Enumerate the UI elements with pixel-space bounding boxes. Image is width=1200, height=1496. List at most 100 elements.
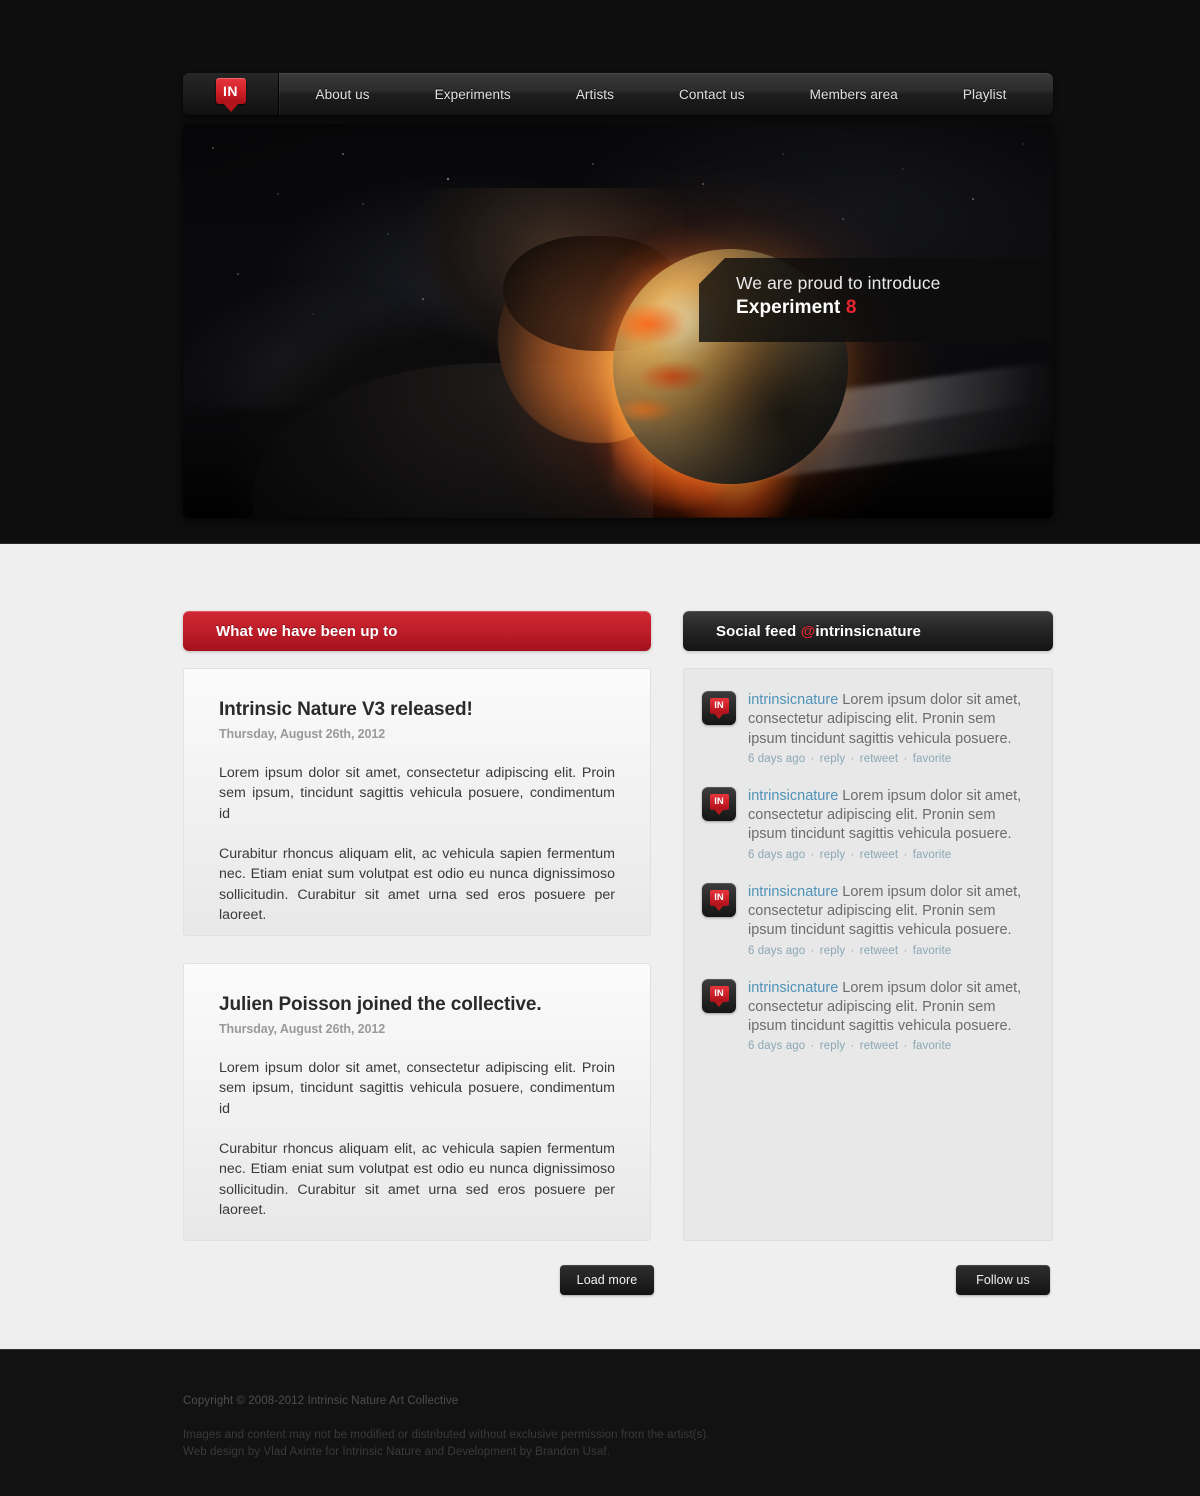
footer-content: Copyright © 2008-2012 Intrinsic Nature A… bbox=[183, 1395, 710, 1462]
social-feed-item-body: intrinsicnature Lorem ipsum dolor sit am… bbox=[748, 979, 1034, 1053]
social-feed-item-meta: 6 days ago · reply · retweet · favorite bbox=[748, 753, 1034, 765]
meta-separator: · bbox=[807, 944, 818, 957]
social-feed-item-user[interactable]: intrinsicnature bbox=[748, 980, 838, 996]
site-footer: Copyright © 2008-2012 Intrinsic Nature A… bbox=[0, 1349, 1200, 1496]
social-feed-item-text: intrinsicnature Lorem ipsum dolor sit am… bbox=[748, 979, 1034, 1037]
retweet-link[interactable]: retweet bbox=[860, 1040, 898, 1052]
news-section-header: What we have been up to bbox=[183, 611, 651, 651]
news-article-paragraph: Lorem ipsum dolor sit amet, consectetur … bbox=[219, 764, 615, 822]
social-feed-item-time: 6 days ago bbox=[748, 752, 806, 765]
news-article-card[interactable]: Intrinsic Nature V3 released! Thursday, … bbox=[183, 668, 651, 936]
load-more-button[interactable]: Load more bbox=[560, 1265, 654, 1295]
avatar: IN bbox=[702, 882, 736, 917]
avatar-label: IN bbox=[714, 987, 724, 999]
social-feed-item[interactable]: IN intrinsicnature Lorem ipsum dolor sit… bbox=[702, 882, 1034, 957]
social-feed-item[interactable]: IN intrinsicnature Lorem ipsum dolor sit… bbox=[702, 691, 1034, 765]
in-badge-icon: IN bbox=[709, 698, 729, 714]
news-article-date: Thursday, August 26th, 2012 bbox=[219, 726, 386, 741]
at-symbol-icon: @ bbox=[800, 622, 816, 640]
nav-item-artists[interactable]: Artists bbox=[570, 83, 620, 106]
social-feed-item-user[interactable]: intrinsicnature bbox=[748, 692, 838, 708]
page-root: IN About us Experiments Artists Contact … bbox=[0, 0, 1200, 1496]
favorite-link[interactable]: favorite bbox=[913, 1040, 952, 1052]
in-badge-icon: IN bbox=[709, 889, 729, 906]
meta-separator: · bbox=[900, 1040, 911, 1053]
news-article-card[interactable]: Julien Poisson joined the collective. Th… bbox=[183, 963, 651, 1241]
meta-separator: · bbox=[900, 752, 911, 765]
hero-caption-title-text: Experiment bbox=[736, 297, 841, 318]
avatar-label: IN bbox=[714, 700, 724, 712]
meta-separator: · bbox=[900, 944, 911, 957]
nav-item-about-us[interactable]: About us bbox=[310, 83, 376, 106]
news-article-content: Intrinsic Nature V3 released! Thursday, … bbox=[184, 669, 650, 926]
news-article-date: Thursday, August 26th, 2012 bbox=[219, 1021, 386, 1036]
social-feed-item-user[interactable]: intrinsicnature bbox=[748, 884, 838, 900]
hero-banner[interactable]: We are proud to introduce Experiment 8 bbox=[183, 124, 1053, 518]
favorite-link[interactable]: favorite bbox=[913, 753, 952, 765]
meta-separator: · bbox=[807, 752, 818, 765]
news-article-paragraph: Curabitur rhoncus aliquam elit, ac vehic… bbox=[219, 845, 615, 924]
main-navbar: IN About us Experiments Artists Contact … bbox=[183, 73, 1053, 115]
social-feed-item-text: intrinsicnature Lorem ipsum dolor sit am… bbox=[748, 691, 1034, 749]
social-feed-item-body: intrinsicnature Lorem ipsum dolor sit am… bbox=[748, 787, 1034, 861]
social-feed-panel: IN intrinsicnature Lorem ipsum dolor sit… bbox=[683, 668, 1053, 1241]
social-feed-item-time: 6 days ago bbox=[748, 944, 806, 957]
social-feed-item-time: 6 days ago bbox=[748, 1040, 806, 1053]
news-section-title: What we have been up to bbox=[216, 622, 398, 640]
social-title-prefix: Social feed bbox=[716, 622, 801, 640]
footer-copyright: Copyright © 2008-2012 Intrinsic Nature A… bbox=[183, 1395, 459, 1407]
avatar: IN bbox=[702, 978, 736, 1013]
avatar-label: IN bbox=[714, 891, 724, 903]
nav-item-experiments[interactable]: Experiments bbox=[429, 83, 517, 106]
reply-link[interactable]: reply bbox=[820, 753, 845, 765]
nav-item-members-area[interactable]: Members area bbox=[804, 83, 904, 106]
follow-us-button[interactable]: Follow us bbox=[956, 1265, 1050, 1295]
footer-legal: Images and content may not be modified o… bbox=[183, 1427, 710, 1462]
meta-separator: · bbox=[847, 752, 858, 765]
social-feed-item-body: intrinsicnature Lorem ipsum dolor sit am… bbox=[748, 883, 1034, 957]
news-article-content: Julien Poisson joined the collective. Th… bbox=[184, 964, 650, 1221]
social-feed-item-text: intrinsicnature Lorem ipsum dolor sit am… bbox=[748, 883, 1034, 941]
retweet-link[interactable]: retweet bbox=[860, 945, 898, 957]
news-article-paragraph: Lorem ipsum dolor sit amet, consectetur … bbox=[219, 1059, 615, 1117]
footer-legal-line: Web design by Vlad Axinte for Intrinsic … bbox=[183, 1446, 611, 1459]
logo-text: IN bbox=[223, 82, 238, 99]
nav-item-playlist[interactable]: Playlist bbox=[957, 83, 1013, 106]
social-title-handle: intrinsicnature bbox=[815, 622, 921, 640]
social-feed-item-user[interactable]: intrinsicnature bbox=[748, 788, 838, 804]
logo-link[interactable]: IN bbox=[183, 73, 279, 115]
favorite-link[interactable]: favorite bbox=[913, 945, 952, 957]
hero-caption-subtitle: We are proud to introduce bbox=[736, 273, 941, 293]
news-article-title: Intrinsic Nature V3 released! bbox=[219, 699, 473, 720]
reply-link[interactable]: reply bbox=[820, 849, 845, 861]
retweet-link[interactable]: retweet bbox=[860, 753, 898, 765]
social-feed-item-text: intrinsicnature Lorem ipsum dolor sit am… bbox=[748, 787, 1034, 845]
avatar: IN bbox=[702, 786, 736, 821]
meta-separator: · bbox=[807, 848, 818, 861]
favorite-link[interactable]: favorite bbox=[913, 849, 952, 861]
meta-separator: · bbox=[847, 848, 858, 861]
social-feed-item[interactable]: IN intrinsicnature Lorem ipsum dolor sit… bbox=[702, 786, 1034, 861]
social-feed-item-meta: 6 days ago · reply · retweet · favorite bbox=[748, 849, 1034, 861]
meta-separator: · bbox=[900, 848, 911, 861]
news-article-paragraph: Curabitur rhoncus aliquam elit, ac vehic… bbox=[219, 1140, 615, 1219]
reply-link[interactable]: reply bbox=[820, 945, 845, 957]
footer-legal-line: Images and content may not be modified o… bbox=[183, 1429, 710, 1441]
social-feed-item-meta: 6 days ago · reply · retweet · favorite bbox=[748, 945, 1034, 957]
in-badge-icon: IN bbox=[709, 985, 729, 1002]
retweet-link[interactable]: retweet bbox=[860, 849, 898, 861]
social-feed-item-meta: 6 days ago · reply · retweet · favorite bbox=[748, 1040, 1034, 1052]
nav-item-contact-us[interactable]: Contact us bbox=[673, 83, 751, 106]
nav-links: About us Experiments Artists Contact us … bbox=[279, 73, 1053, 115]
avatar-label: IN bbox=[714, 796, 724, 808]
social-section-title: Social feed @intrinsicnature bbox=[716, 623, 921, 640]
meta-separator: · bbox=[847, 1040, 858, 1053]
hero-caption-box: We are proud to introduce Experiment 8 bbox=[699, 258, 1053, 342]
social-feed-item[interactable]: IN intrinsicnature Lorem ipsum dolor sit… bbox=[702, 978, 1034, 1053]
meta-separator: · bbox=[847, 944, 858, 957]
social-feed-item-time: 6 days ago bbox=[748, 848, 806, 861]
social-section-header: Social feed @intrinsicnature bbox=[683, 611, 1053, 651]
reply-link[interactable]: reply bbox=[820, 1040, 845, 1052]
meta-separator: · bbox=[807, 1040, 818, 1053]
social-feed-item-body: intrinsicnature Lorem ipsum dolor sit am… bbox=[748, 691, 1034, 765]
